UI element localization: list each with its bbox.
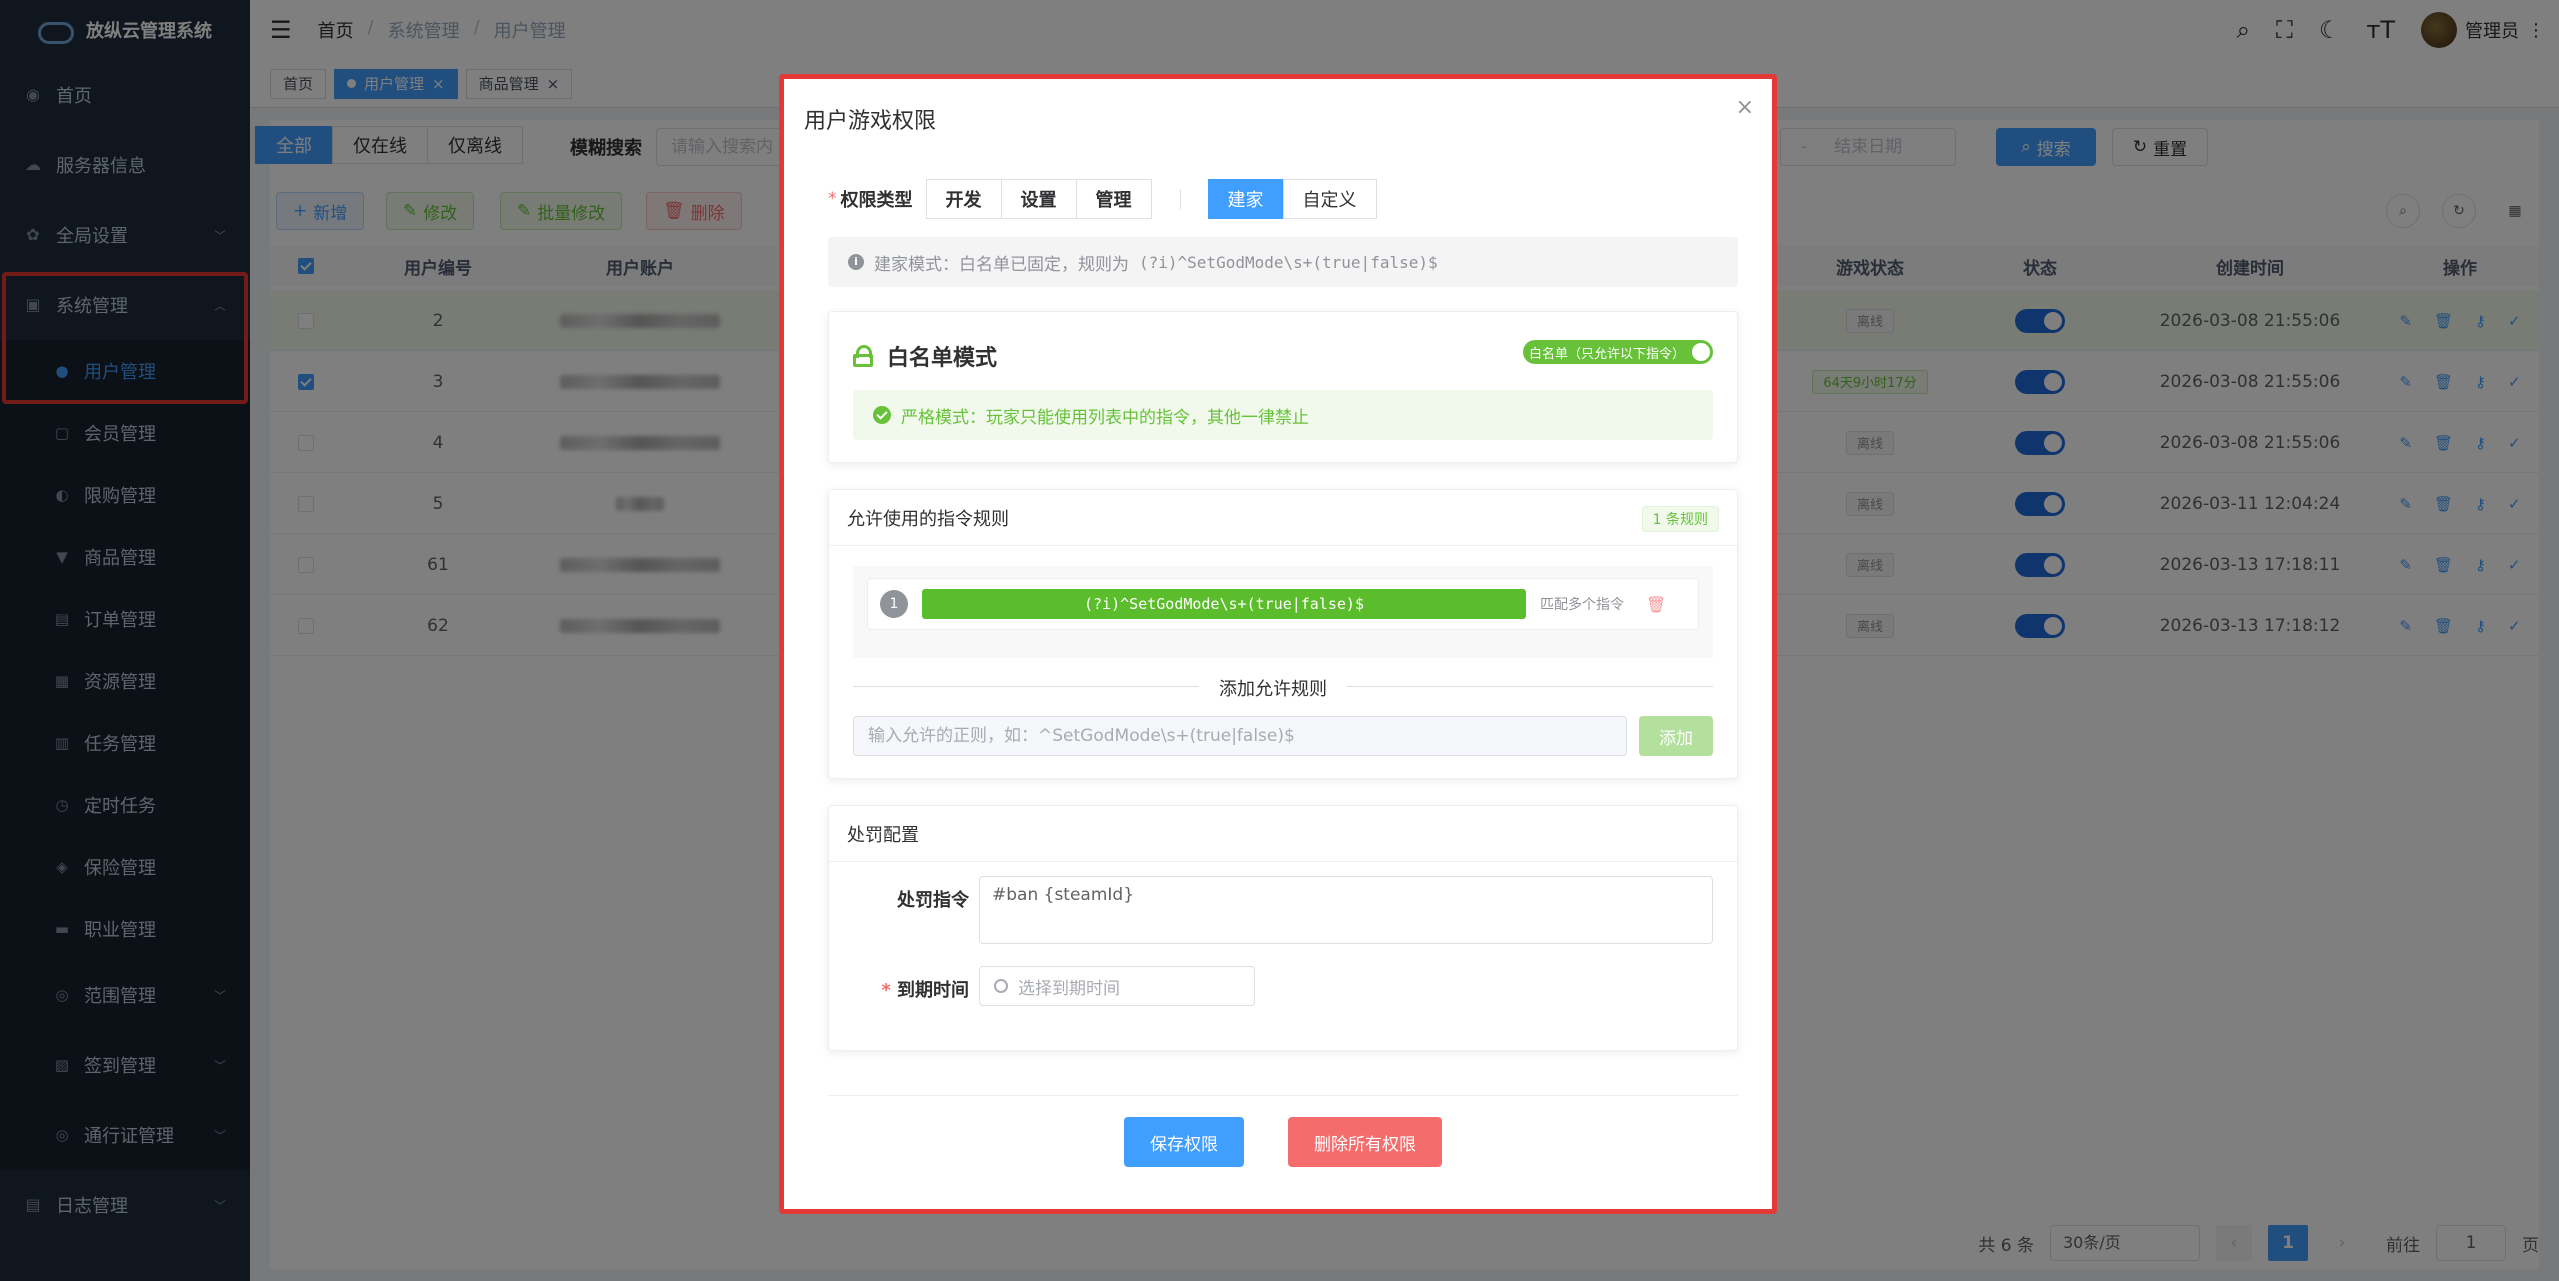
rule-index: 1 xyxy=(880,590,908,618)
whitelist-title: 白名单模式 xyxy=(887,346,998,371)
add-rule-divider-text: 添加允许规则 xyxy=(1199,675,1347,701)
rules-title: 允许使用的指令规则 xyxy=(847,508,1009,530)
delete-all-permissions-button[interactable]: 删除所有权限 xyxy=(1288,1117,1442,1167)
info-text: 建家模式：白名单已固定，规则为 xyxy=(874,254,1129,275)
info-regex: (?i)^SetGodMode\s+(true|false)$ xyxy=(1139,252,1438,272)
rules-count-badge: 1 条规则 xyxy=(1641,506,1719,532)
permission-type-row: * 权限类型 开发 设置 管理 建家 自定义 xyxy=(828,179,1377,219)
rule-item: 1 (?i)^SetGodMode\s+(true|false)$ 匹配多个指令… xyxy=(867,578,1699,630)
penalty-title: 处罚配置 xyxy=(847,824,919,846)
save-permission-button[interactable]: 保存权限 xyxy=(1124,1117,1244,1167)
dialog-title: 用户游戏权限 xyxy=(804,109,937,134)
add-rule-button[interactable]: 添加 xyxy=(1639,716,1713,756)
strict-mode-alert: 严格模式：玩家只能使用列表中的指令，其他一律禁止 xyxy=(853,390,1713,440)
rule-pattern: (?i)^SetGodMode\s+(true|false)$ xyxy=(922,589,1526,619)
whitelist-header: 白名单模式 xyxy=(853,340,997,372)
mode-custom[interactable]: 自定义 xyxy=(1282,179,1377,219)
rules-list: 1 (?i)^SetGodMode\s+(true|false)$ 匹配多个指令… xyxy=(853,566,1713,658)
penalty-card: 处罚配置 处罚指令 #ban {steamId} * 到期时间 选择到期时间 xyxy=(828,805,1738,1051)
rule-hint: 匹配多个指令 xyxy=(1540,597,1624,613)
expire-date-picker[interactable]: 选择到期时间 xyxy=(979,966,1255,1006)
expire-label: 到期时间 xyxy=(897,980,969,1001)
expire-placeholder: 选择到期时间 xyxy=(1018,978,1120,999)
penalty-header: 处罚配置 xyxy=(829,806,1737,862)
check-circle-icon xyxy=(873,406,891,424)
permission-type-group: 开发 设置 管理 xyxy=(925,179,1152,219)
whitelist-switch[interactable]: 白名单（只允许以下指令） xyxy=(1522,340,1713,364)
clock-icon xyxy=(994,979,1008,993)
trash-icon[interactable]: 🗑 xyxy=(1646,595,1666,614)
penalty-cmd-label: 处罚指令 xyxy=(897,890,969,911)
lock-icon xyxy=(853,345,873,367)
penalty-cmd-textarea[interactable]: #ban {steamId} xyxy=(979,876,1713,944)
add-rule-input[interactable]: 输入允许的正则，如：^SetGodMode\s+(true|false)$ xyxy=(853,716,1627,756)
whitelist-card: 白名单模式 白名单（只允许以下指令） 严格模式：玩家只能使用列表中的指令，其他一… xyxy=(828,311,1738,463)
required-mark: * xyxy=(881,980,897,1001)
info-icon: i xyxy=(848,254,864,270)
permission-type-label: 权限类型 xyxy=(840,190,913,211)
perm-type-dev[interactable]: 开发 xyxy=(925,179,1002,219)
allowed-rules-card: 允许使用的指令规则 1 条规则 1 (?i)^SetGodMode\s+(tru… xyxy=(828,489,1738,779)
close-icon[interactable]: × xyxy=(1736,95,1754,120)
footer-divider xyxy=(828,1095,1738,1096)
expire-label-row: * 到期时间 xyxy=(829,976,969,1002)
perm-type-admin[interactable]: 管理 xyxy=(1075,179,1152,219)
strict-mode-text: 严格模式：玩家只能使用列表中的指令，其他一律禁止 xyxy=(901,407,1309,428)
perm-type-settings[interactable]: 设置 xyxy=(1000,179,1077,219)
mode-build[interactable]: 建家 xyxy=(1207,179,1284,219)
required-mark: * xyxy=(828,189,837,209)
rules-header: 允许使用的指令规则 1 条规则 xyxy=(829,490,1737,546)
divider xyxy=(1179,189,1181,209)
game-permission-dialog: 用户游戏权限 × * 权限类型 开发 设置 管理 建家 自定义 i 建家模式：白… xyxy=(779,74,1777,1214)
build-mode-info-alert: i 建家模式：白名单已固定，规则为 (?i)^SetGodMode\s+(tru… xyxy=(828,237,1738,287)
mode-group: 建家 自定义 xyxy=(1207,179,1377,219)
